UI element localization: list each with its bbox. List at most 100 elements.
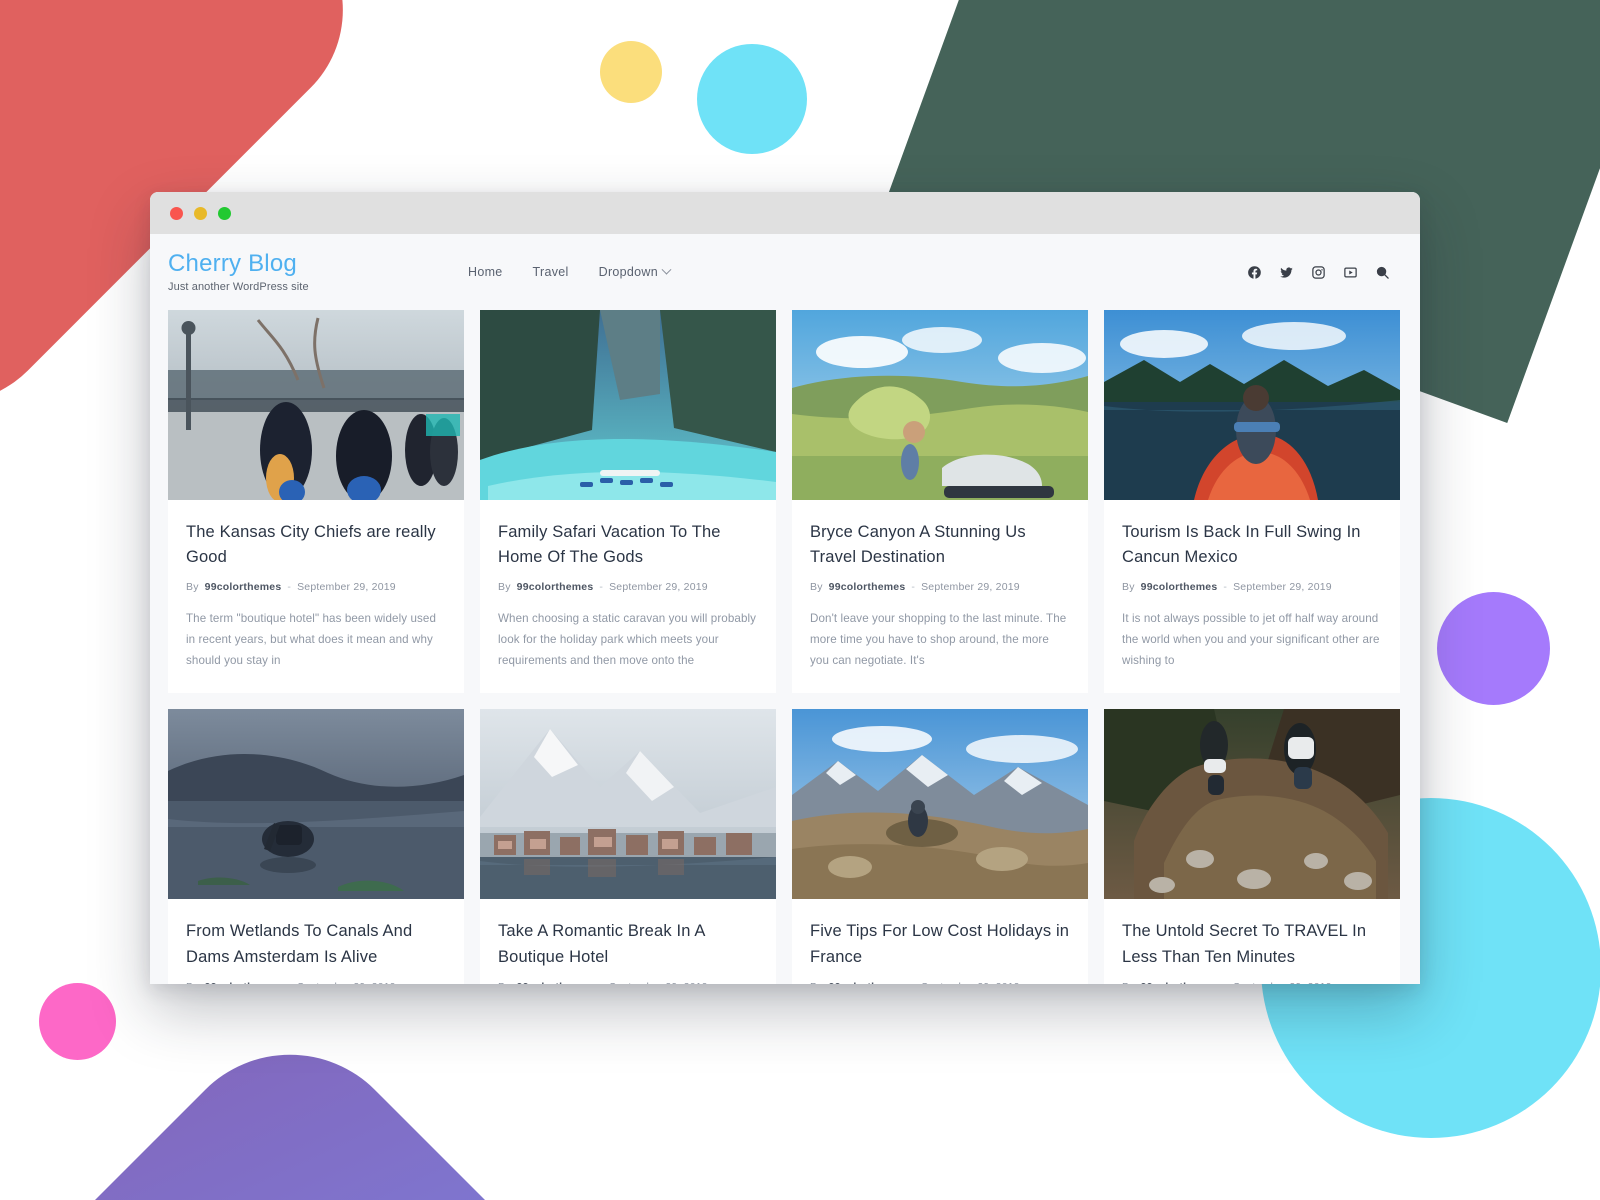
post-title[interactable]: Five Tips For Low Cost Holidays in Franc…	[810, 919, 1070, 969]
post-thumbnail[interactable]	[480, 310, 776, 500]
post-body: Family Safari Vacation To The Home Of Th…	[480, 500, 776, 693]
post-body: The Untold Secret To TRAVEL In Less Than…	[1104, 899, 1400, 984]
window-minimize-button[interactable]	[194, 206, 207, 220]
post-title[interactable]: Family Safari Vacation To The Home Of Th…	[498, 520, 758, 570]
post-by-prefix: By	[810, 581, 823, 594]
post-author[interactable]: 99colorthemes	[517, 981, 594, 984]
post-excerpt: When choosing a static caravan you will …	[498, 612, 757, 668]
nav-item-dropdown[interactable]: Dropdown	[598, 264, 672, 279]
site-title[interactable]: Cherry Blog	[168, 250, 468, 277]
post-meta: By 99colorthemes - September 29, 2019	[1122, 581, 1382, 593]
nav-item-label: Travel	[532, 265, 569, 279]
site-header: Cherry Blog Just another WordPress site …	[150, 234, 1420, 310]
post-meta: By 99colorthemes - September 29, 2019	[186, 581, 446, 593]
post-date: September 29, 2019	[1233, 581, 1332, 594]
post-meta: By 99colorthemes - September 29, 2019	[498, 581, 758, 593]
post-author[interactable]: 99colorthemes	[205, 981, 282, 984]
youtube-icon[interactable]	[1343, 265, 1358, 280]
site-tagline: Just another WordPress site	[168, 280, 309, 293]
post-body: Bryce Canyon A Stunning Us Travel Destin…	[792, 500, 1088, 693]
post-date: September 29, 2019	[609, 981, 708, 984]
post-date: September 29, 2019	[921, 981, 1020, 984]
post-card[interactable]: The Untold Secret To TRAVEL In Less Than…	[1104, 709, 1400, 984]
post-card[interactable]: Tourism Is Back In Full Swing In Cancun …	[1104, 310, 1400, 694]
post-author[interactable]: 99colorthemes	[1141, 981, 1218, 984]
decorative-circle-pink	[39, 983, 116, 1060]
nav-item-label: Home	[468, 265, 503, 279]
post-body: From Wetlands To Canals And Dams Amsterd…	[168, 899, 464, 984]
decorative-circle-cyan-top	[697, 44, 807, 154]
meta-separator: -	[287, 581, 292, 594]
meta-separator: -	[1223, 981, 1227, 984]
decorative-shape-gradient-diamond	[0, 1005, 814, 1200]
facebook-icon[interactable]	[1247, 265, 1262, 280]
post-author[interactable]: 99colorthemes	[205, 581, 282, 593]
post-grid-row-2: From Wetlands To Canals And Dams Amsterd…	[150, 709, 1420, 984]
post-thumbnail[interactable]	[1104, 310, 1400, 500]
post-card[interactable]: From Wetlands To Canals And Dams Amsterd…	[168, 709, 464, 984]
post-title[interactable]: Bryce Canyon A Stunning Us Travel Destin…	[810, 520, 1070, 570]
meta-separator: -	[599, 581, 604, 594]
post-author[interactable]: 99colorthemes	[829, 581, 906, 593]
post-thumbnail[interactable]	[792, 310, 1088, 500]
post-card[interactable]: Bryce Canyon A Stunning Us Travel Destin…	[792, 310, 1088, 694]
post-body: Take A Romantic Break In A Boutique Hote…	[480, 899, 776, 984]
post-author[interactable]: 99colorthemes	[517, 581, 594, 593]
post-meta: By 99colorthemes - September 29, 2019	[1122, 981, 1382, 984]
nav-item-label: Dropdown	[598, 265, 659, 279]
nav-item-home[interactable]: Home	[468, 265, 503, 279]
post-body: Tourism Is Back In Full Swing In Cancun …	[1104, 500, 1400, 693]
post-title[interactable]: From Wetlands To Canals And Dams Amsterd…	[186, 919, 446, 969]
post-thumbnail[interactable]	[792, 709, 1088, 900]
post-author[interactable]: 99colorthemes	[829, 981, 906, 984]
post-thumbnail[interactable]	[168, 709, 464, 900]
social-links	[1247, 265, 1390, 280]
meta-separator: -	[287, 981, 291, 984]
chevron-down-icon	[661, 264, 672, 275]
post-by-prefix: By	[498, 981, 511, 984]
post-card[interactable]: The Kansas City Chiefs are really Good B…	[168, 310, 464, 694]
decorative-circle-purple	[1437, 592, 1550, 705]
post-author[interactable]: 99colorthemes	[1141, 581, 1218, 593]
post-thumbnail[interactable]	[168, 310, 464, 500]
post-body: The Kansas City Chiefs are really Good B…	[168, 500, 464, 693]
browser-titlebar	[150, 192, 1420, 234]
post-by-prefix: By	[498, 581, 511, 594]
meta-separator: -	[911, 981, 915, 984]
meta-separator: -	[599, 981, 603, 984]
decorative-circle-yellow	[600, 41, 662, 103]
post-thumbnail[interactable]	[480, 709, 776, 900]
window-maximize-button[interactable]	[218, 206, 231, 220]
window-close-button[interactable]	[170, 206, 183, 220]
search-icon[interactable]	[1375, 265, 1390, 280]
post-title[interactable]: Take A Romantic Break In A Boutique Hote…	[498, 919, 758, 969]
post-grid-row-1: The Kansas City Chiefs are really Good B…	[150, 310, 1420, 694]
post-meta: By 99colorthemes - September 29, 2019	[810, 581, 1070, 593]
post-date: September 29, 2019	[297, 981, 396, 984]
post-card[interactable]: Take A Romantic Break In A Boutique Hote…	[480, 709, 776, 984]
post-date: September 29, 2019	[609, 581, 708, 594]
post-meta: By 99colorthemes - September 29, 2019	[810, 981, 1070, 984]
post-body: Five Tips For Low Cost Holidays in Franc…	[792, 899, 1088, 984]
post-excerpt: The term "boutique hotel" has been widel…	[186, 612, 437, 668]
post-by-prefix: By	[1122, 581, 1135, 594]
post-title[interactable]: Tourism Is Back In Full Swing In Cancun …	[1122, 520, 1382, 570]
post-meta: By 99colorthemes - September 29, 2019	[186, 981, 446, 984]
post-card[interactable]: Five Tips For Low Cost Holidays in Franc…	[792, 709, 1088, 984]
post-title[interactable]: The Kansas City Chiefs are really Good	[186, 520, 446, 570]
site-branding[interactable]: Cherry Blog Just another WordPress site	[168, 250, 468, 293]
meta-separator: -	[911, 581, 916, 594]
post-by-prefix: By	[810, 981, 823, 984]
twitter-icon[interactable]	[1279, 265, 1294, 280]
post-by-prefix: By	[186, 581, 199, 594]
nav-item-travel[interactable]: Travel	[533, 265, 569, 279]
post-title[interactable]: The Untold Secret To TRAVEL In Less Than…	[1122, 919, 1382, 969]
post-excerpt: Don't leave your shopping to the last mi…	[810, 612, 1067, 668]
browser-window: Cherry Blog Just another WordPress site …	[150, 192, 1420, 984]
primary-navigation: Home Travel Dropdown	[468, 264, 1247, 279]
post-card[interactable]: Family Safari Vacation To The Home Of Th…	[480, 310, 776, 694]
post-thumbnail[interactable]	[1104, 709, 1400, 900]
instagram-icon[interactable]	[1311, 265, 1326, 280]
post-date: September 29, 2019	[297, 581, 396, 594]
post-date: September 29, 2019	[921, 581, 1020, 594]
